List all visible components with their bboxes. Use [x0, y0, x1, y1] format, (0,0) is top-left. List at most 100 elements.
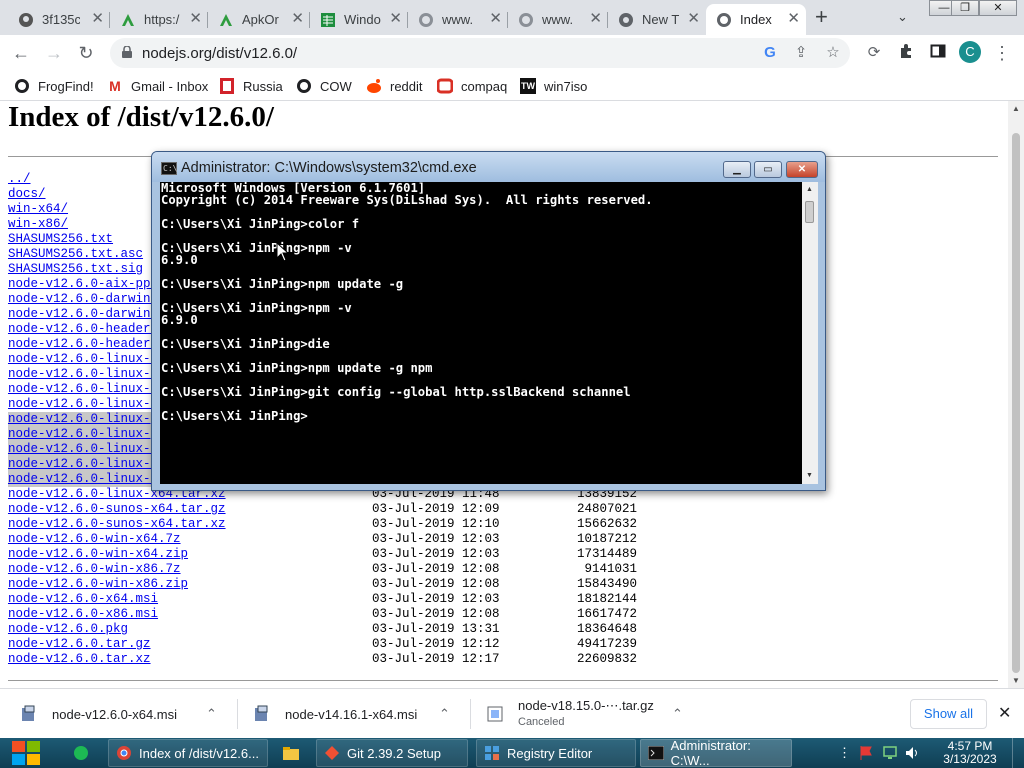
file-link[interactable]: node-v12.6.0-headers — [8, 337, 158, 352]
file-link[interactable]: node-v12.6.0-linux-p — [8, 427, 159, 442]
new-tab-button[interactable]: + — [815, 6, 828, 28]
taskbar-app-green[interactable] — [66, 739, 100, 767]
file-link[interactable]: ../ — [8, 172, 31, 187]
tab-apk-1[interactable]: https:/ ✕ — [110, 4, 208, 35]
close-icon[interactable]: ✕ — [589, 11, 602, 27]
scroll-up-icon[interactable]: ▲ — [1012, 104, 1020, 113]
tray-network-icon[interactable] — [882, 745, 898, 764]
show-desktop-button[interactable] — [1012, 738, 1024, 768]
bookmark-cow[interactable]: COW — [296, 77, 352, 95]
console-scrollbar[interactable]: ▲ ▼ — [802, 182, 818, 484]
file-link[interactable]: node-v12.6.0-linux-s — [8, 457, 159, 472]
file-link[interactable]: node-v12.6.0-x86.msi — [8, 607, 158, 622]
taskbar-cmd[interactable]: Administrator: C:\W... — [640, 738, 792, 768]
download-item[interactable]: node-v18.15.0-⋯.tar.gz Canceled ⌃ — [486, 689, 696, 739]
tab-www-2[interactable]: www. ✕ — [508, 4, 608, 35]
close-icon[interactable]: ✕ — [489, 11, 502, 27]
tab-apk-2[interactable]: ApkOr ✕ — [208, 4, 310, 35]
scrollbar-thumb[interactable] — [805, 201, 814, 223]
file-link[interactable]: docs/ — [8, 187, 46, 202]
cmd-minimize-button[interactable]: ▁ — [723, 161, 751, 178]
menu-button[interactable]: ⋮ — [990, 41, 1014, 65]
bookmark-compaq[interactable]: compaq — [437, 77, 507, 95]
file-link[interactable]: node-v12.6.0-win-x64.7z — [8, 532, 181, 547]
tab-github[interactable]: 3f135c ✕ — [8, 4, 110, 35]
tray-overflow-icon[interactable]: ⋮ — [838, 745, 851, 761]
window-maximize-button[interactable]: ❐ — [951, 0, 979, 16]
scroll-down-icon[interactable]: ▼ — [1012, 676, 1020, 685]
file-link[interactable]: node-v12.6.0-linux-a — [8, 397, 158, 412]
tab-www-1[interactable]: www. ✕ — [408, 4, 508, 35]
tab-index-active[interactable]: Index ✕ — [706, 4, 806, 35]
file-link[interactable]: win-x86/ — [8, 217, 68, 232]
file-link[interactable]: node-v12.6.0-win-x86.zip — [8, 577, 188, 592]
forward-button[interactable]: → — [42, 41, 66, 65]
file-link[interactable]: SHASUMS256.txt.sig — [8, 262, 143, 277]
download-item[interactable]: node-v12.6.0-x64.msi ⌃ — [20, 689, 230, 739]
cmd-close-button[interactable]: ✕ — [786, 161, 818, 178]
file-link[interactable]: node-v12.6.0-win-x64.zip — [8, 547, 188, 562]
file-link[interactable]: SHASUMS256.txt.asc — [8, 247, 143, 262]
puzzle-extensions-icon[interactable] — [894, 41, 918, 65]
console-output[interactable]: Microsoft Windows [Version 6.1.7601] Copy… — [160, 182, 802, 484]
file-link[interactable]: node-v12.6.0-sunos-x64.tar.gz — [8, 502, 226, 517]
profile-avatar[interactable]: C — [959, 41, 981, 63]
close-icon[interactable]: ✕ — [291, 11, 304, 27]
show-all-button[interactable]: Show all — [910, 699, 987, 729]
bookmark-russia[interactable]: Russia — [219, 77, 283, 95]
bookmark-win7iso[interactable]: TW win7iso — [520, 77, 587, 95]
chevron-up-icon[interactable]: ⌃ — [439, 706, 450, 722]
extension-refresh-icon[interactable]: ⟳ — [862, 41, 886, 65]
tab-sheet[interactable]: Windo ✕ — [310, 4, 408, 35]
scroll-up-icon[interactable]: ▲ — [806, 186, 813, 193]
chevron-down-icon[interactable]: ⌄ — [897, 9, 908, 25]
share-icon[interactable]: ⇪ — [792, 44, 810, 62]
file-link[interactable]: node-v12.6.0.pkg — [8, 622, 128, 637]
close-shelf-button[interactable]: ✕ — [998, 703, 1011, 723]
file-link[interactable]: node-v12.6.0-sunos-x64.tar.xz — [8, 517, 226, 532]
taskbar-git-setup[interactable]: Git 2.39.2 Setup — [316, 739, 468, 767]
bookmark-reddit[interactable]: reddit — [366, 77, 423, 95]
cmd-titlebar[interactable]: C:\ Administrator: C:\Windows\system32\c… — [152, 152, 825, 182]
file-link[interactable]: node-v12.6.0-win-x86.7z — [8, 562, 181, 577]
chevron-up-icon[interactable]: ⌃ — [672, 706, 683, 722]
google-lens-icon[interactable]: G — [761, 44, 779, 62]
scrollbar-thumb[interactable] — [1012, 133, 1020, 673]
file-link[interactable]: node-v12.6.0-aix-ppc — [8, 277, 158, 292]
taskbar-clock[interactable]: 4:57 PM 3/13/2023 — [935, 740, 1005, 766]
file-link[interactable]: node-v12.6.0-darwin- — [8, 292, 158, 307]
window-close-button[interactable]: ✕ — [979, 0, 1017, 16]
page-scrollbar[interactable]: ▲ ▼ — [1008, 101, 1024, 688]
close-icon[interactable]: ✕ — [91, 11, 104, 27]
file-link[interactable]: node-v12.6.0-linux-x — [8, 472, 159, 487]
file-link[interactable]: node-v12.6.0.tar.xz — [8, 652, 151, 667]
side-panel-icon[interactable] — [926, 41, 950, 65]
taskbar-registry-editor[interactable]: Registry Editor — [476, 739, 636, 767]
bookmark-gmail[interactable]: M Gmail - Inbox — [107, 77, 208, 95]
bookmark-frogfind[interactable]: FrogFind! — [14, 77, 94, 95]
file-link[interactable]: node-v12.6.0-linux-a — [8, 367, 158, 382]
taskbar-explorer[interactable] — [276, 739, 310, 767]
cmd-maximize-button[interactable]: ▭ — [754, 161, 782, 178]
file-link[interactable]: node-v12.6.0-headers — [8, 322, 158, 337]
tray-volume-icon[interactable] — [904, 745, 920, 764]
file-link[interactable]: node-v12.6.0-linux-a — [8, 352, 158, 367]
close-icon[interactable]: ✕ — [189, 11, 202, 27]
bookmark-star-icon[interactable]: ☆ — [824, 44, 842, 62]
file-link[interactable]: node-v12.6.0-linux-a — [8, 382, 158, 397]
file-link[interactable]: node-v12.6.0.tar.gz — [8, 637, 151, 652]
taskbar-chrome[interactable]: Index of /dist/v12.6... — [108, 739, 268, 767]
file-link[interactable]: win-x64/ — [8, 202, 68, 217]
cmd-window[interactable]: C:\ Administrator: C:\Windows\system32\c… — [151, 151, 826, 491]
tab-new-tab[interactable]: New T ✕ — [608, 4, 706, 35]
file-link[interactable]: node-v12.6.0-darwin- — [8, 307, 158, 322]
close-icon[interactable]: ✕ — [687, 11, 700, 27]
start-button[interactable] — [8, 739, 44, 767]
file-link[interactable]: node-v12.6.0-x64.msi — [8, 592, 158, 607]
file-link[interactable]: SHASUMS256.txt — [8, 232, 113, 247]
close-icon[interactable]: ✕ — [389, 11, 402, 27]
download-item[interactable]: node-v14.16.1-x64.msi ⌃ — [253, 689, 463, 739]
close-icon[interactable]: ✕ — [787, 11, 800, 27]
chevron-up-icon[interactable]: ⌃ — [206, 706, 217, 722]
file-link[interactable]: node-v12.6.0-linux-p — [8, 412, 159, 427]
